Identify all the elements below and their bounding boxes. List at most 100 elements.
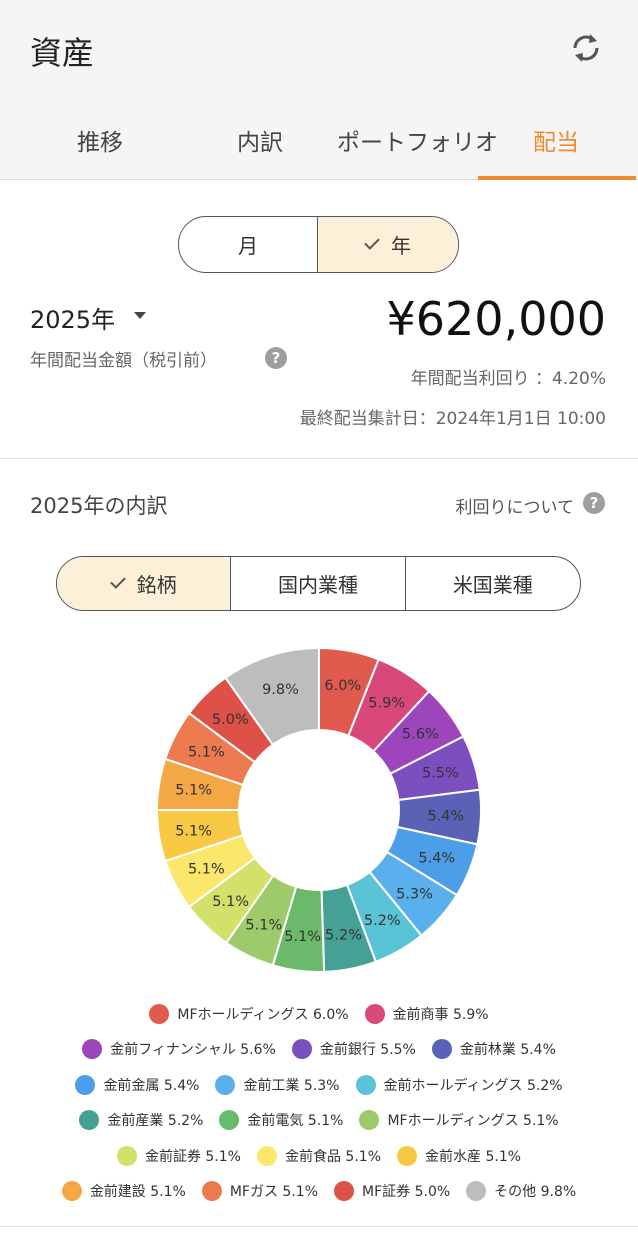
- last-updated: 最終配当集計日：2024年1月1日 10:00: [299, 409, 606, 429]
- active-tab-indicator: [478, 176, 636, 180]
- legend-swatch: [149, 1003, 170, 1024]
- legend-label: 金前建設 5.1%: [89, 1184, 186, 1201]
- tab-breakdown[interactable]: 内訳: [180, 100, 340, 180]
- legend-row: 金前証券 5.1% 金前食品 5.1% 金前水産 5.1%: [10, 1138, 628, 1174]
- tab-us-sector[interactable]: 米国業種: [406, 557, 580, 610]
- tab-us-sector-label: 米国業種: [452, 573, 533, 597]
- legend-label: 金前フィナンシャル 5.6%: [110, 1042, 276, 1059]
- legend-item: 金前証券 5.1%: [116, 1145, 241, 1166]
- legend-swatch: [116, 1145, 137, 1166]
- slice-label: 5.1%: [175, 783, 212, 799]
- page-title: 資産: [30, 34, 95, 72]
- annual-dividend-amount: ¥620,000: [386, 292, 607, 346]
- legend-item: 金前建設 5.1%: [61, 1181, 186, 1202]
- slice-label: 5.1%: [245, 917, 282, 933]
- annual-yield: 年間配当利回り ：4.20%: [410, 369, 606, 389]
- legend-label: MF証券 5.0%: [362, 1184, 451, 1201]
- legend-swatch: [256, 1145, 277, 1166]
- tab-dividend[interactable]: 配当: [458, 100, 638, 180]
- legend-swatch: [334, 1181, 354, 1202]
- legend-label: MFホールディングス 6.0%: [177, 1006, 349, 1023]
- legend-item: 金前電気 5.1%: [219, 1110, 344, 1131]
- slice-label: 5.1%: [284, 929, 321, 945]
- legend-row: 金前建設 5.1% MFガス 5.1% MF証券 5.0% その他 9.8%: [10, 1174, 628, 1210]
- slice-label: 5.3%: [396, 887, 433, 903]
- year-option[interactable]: 年: [318, 217, 458, 272]
- legend-item: 金前林業 5.4%: [431, 1039, 556, 1060]
- slice-label: 5.2%: [364, 913, 401, 929]
- legend-swatch: [82, 1039, 103, 1060]
- legend-item: 金前商事 5.9%: [364, 1003, 489, 1024]
- tab-domestic-sector-label: 国内業種: [277, 573, 358, 597]
- legend-swatch: [359, 1110, 380, 1131]
- app-header: 資産 推移 内訳 ポートフォリオ 配当: [0, 0, 638, 180]
- legend-label: 金前ホールディングス 5.2%: [383, 1077, 563, 1094]
- legend-item: MF証券 5.0%: [334, 1181, 451, 1202]
- legend-swatch: [291, 1039, 312, 1060]
- legend-item: MFホールディングス 6.0%: [149, 1003, 349, 1024]
- legend-item: 金前フィナンシャル 5.6%: [82, 1039, 276, 1060]
- legend-label: 金前商事 5.9%: [392, 1006, 489, 1023]
- help-circle-icon[interactable]: ?: [265, 347, 287, 369]
- legend-row: 金前金属 5.4% 金前工業 5.3% 金前ホールディングス 5.2%: [10, 1067, 628, 1103]
- legend-item: 金前金属 5.4%: [75, 1074, 200, 1095]
- refresh-icon[interactable]: [566, 28, 606, 68]
- legend-item: その他 9.8%: [466, 1181, 577, 1202]
- legend-item: 金前ホールディングス 5.2%: [355, 1074, 563, 1095]
- slice-label: 5.1%: [212, 894, 249, 910]
- legend-swatch: [215, 1074, 236, 1095]
- slice-label: 5.1%: [188, 744, 225, 760]
- slice-label: 5.6%: [402, 726, 439, 742]
- slice-label: 5.4%: [418, 850, 455, 866]
- legend-row: MFホールディングス 6.0% 金前商事 5.9%: [10, 996, 628, 1032]
- legend-item: 金前工業 5.3%: [215, 1074, 340, 1095]
- asset-tabs: 推移 内訳 ポートフォリオ 配当: [0, 100, 638, 180]
- legend-label: 金前工業 5.3%: [243, 1077, 340, 1094]
- legend-item: 金前食品 5.1%: [256, 1145, 381, 1166]
- slice-label: 5.5%: [422, 766, 459, 782]
- slice-label: 5.4%: [427, 809, 464, 825]
- year-option-label: 年: [391, 234, 411, 258]
- legend-label: MFホールディングス 5.1%: [387, 1113, 559, 1130]
- legend-label: 金前電気 5.1%: [247, 1113, 344, 1130]
- legend-label: 金前金属 5.4%: [103, 1077, 200, 1094]
- legend-swatch: [75, 1074, 96, 1095]
- annual-dividend-label: 年間配当金額（税引前）: [30, 351, 217, 371]
- legend-swatch: [355, 1074, 376, 1095]
- legend-label: その他 9.8%: [494, 1184, 577, 1201]
- legend-label: MFガス 5.1%: [229, 1184, 318, 1201]
- month-option[interactable]: 月: [179, 217, 318, 272]
- tab-trend[interactable]: 推移: [20, 100, 180, 180]
- legend-swatch: [201, 1181, 222, 1202]
- legend-swatch: [364, 1003, 385, 1024]
- check-icon: [109, 572, 126, 589]
- slice-label: 5.1%: [175, 823, 212, 839]
- legend-item: 金前産業 5.2%: [79, 1110, 204, 1131]
- section-divider: [0, 458, 638, 459]
- breakdown-title: 2025年の内訳: [30, 494, 168, 518]
- year-selector[interactable]: 2025年: [30, 300, 115, 335]
- legend-swatch: [79, 1110, 100, 1131]
- month-label: 月: [238, 234, 258, 258]
- legend-item: MFガス 5.1%: [201, 1181, 318, 1202]
- slice-label: 5.2%: [325, 928, 362, 944]
- legend-swatch: [466, 1181, 487, 1202]
- legend-row: 金前産業 5.2% 金前電気 5.1% MFホールディングス 5.1%: [10, 1103, 628, 1139]
- legend-label: 金前産業 5.2%: [107, 1113, 204, 1130]
- legend-item: 金前銀行 5.5%: [291, 1039, 416, 1060]
- slice-label: 5.1%: [188, 862, 225, 878]
- tab-domestic-sector[interactable]: 国内業種: [231, 557, 406, 610]
- help-circle-icon[interactable]: ?: [583, 492, 605, 514]
- period-toggle: 月 年: [178, 216, 459, 273]
- legend-swatch: [219, 1110, 240, 1131]
- legend-label: 金前水産 5.1%: [425, 1148, 522, 1165]
- check-icon: [364, 233, 380, 250]
- legend-label: 金前銀行 5.5%: [319, 1042, 416, 1059]
- slice-label: 5.9%: [368, 696, 405, 712]
- caret-down-icon[interactable]: [134, 312, 146, 319]
- about-yield-link[interactable]: 利回りについて: [456, 493, 575, 518]
- tab-stock[interactable]: 銘柄: [57, 557, 232, 610]
- legend-swatch: [431, 1039, 452, 1060]
- legend-item: 金前水産 5.1%: [397, 1145, 522, 1166]
- legend-swatch: [61, 1181, 82, 1202]
